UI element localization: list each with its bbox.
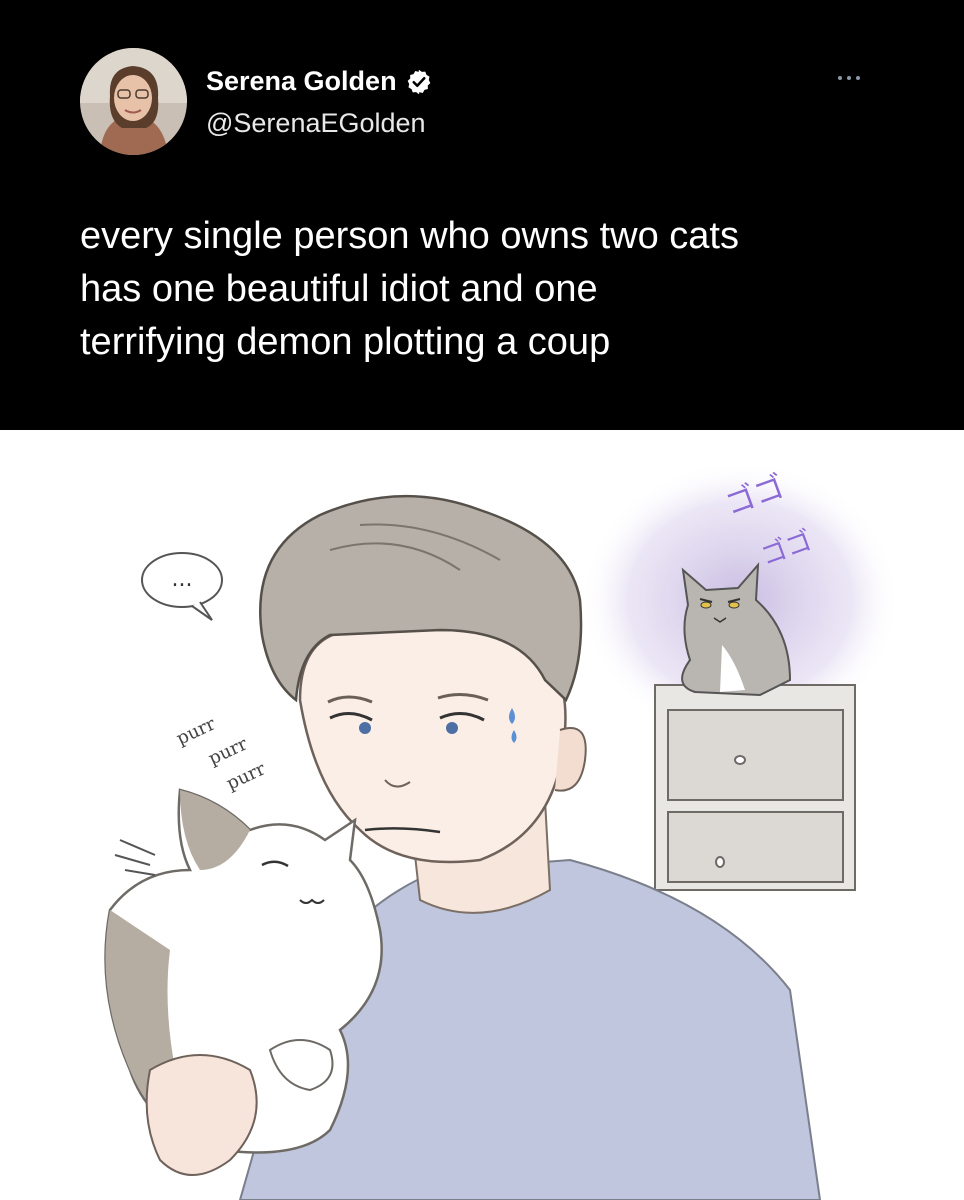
speech-bubble-text: ... (172, 567, 193, 592)
tweet-card: Serena Golden @SerenaEGolden every singl… (0, 0, 964, 430)
purr-label: purr (223, 758, 269, 794)
man-hand (145, 1054, 258, 1176)
tweet-media[interactable]: ゴゴ ゴゴ ... purr purr purr (0, 430, 964, 1200)
tweet-text: every single person who owns two cats ha… (80, 210, 900, 369)
speech-bubble: ... (141, 552, 223, 621)
dot (856, 76, 860, 80)
dot (838, 76, 842, 80)
tweet-text-line: terrifying demon plotting a coup (80, 321, 611, 363)
man-ear (554, 727, 587, 792)
man-face (298, 628, 567, 864)
avatar[interactable] (80, 48, 187, 155)
purr-label: purr (173, 713, 219, 749)
avatar-photo-icon (80, 48, 187, 155)
dot (847, 76, 851, 80)
verified-badge-icon (407, 69, 430, 94)
author-display-name: Serena Golden (206, 66, 397, 96)
purr-label: purr (205, 733, 251, 769)
dresser (654, 684, 856, 891)
more-icon[interactable] (838, 72, 868, 84)
author-name[interactable]: Serena Golden (206, 66, 433, 97)
illustration-image: ゴゴ ゴゴ ... purr purr purr (104, 460, 900, 1200)
author-handle[interactable]: @SerenaEGolden (206, 108, 426, 139)
tweet-text-line: every single person who owns two cats (80, 215, 739, 257)
tweet-text-line: has one beautiful idiot and one (80, 268, 598, 310)
